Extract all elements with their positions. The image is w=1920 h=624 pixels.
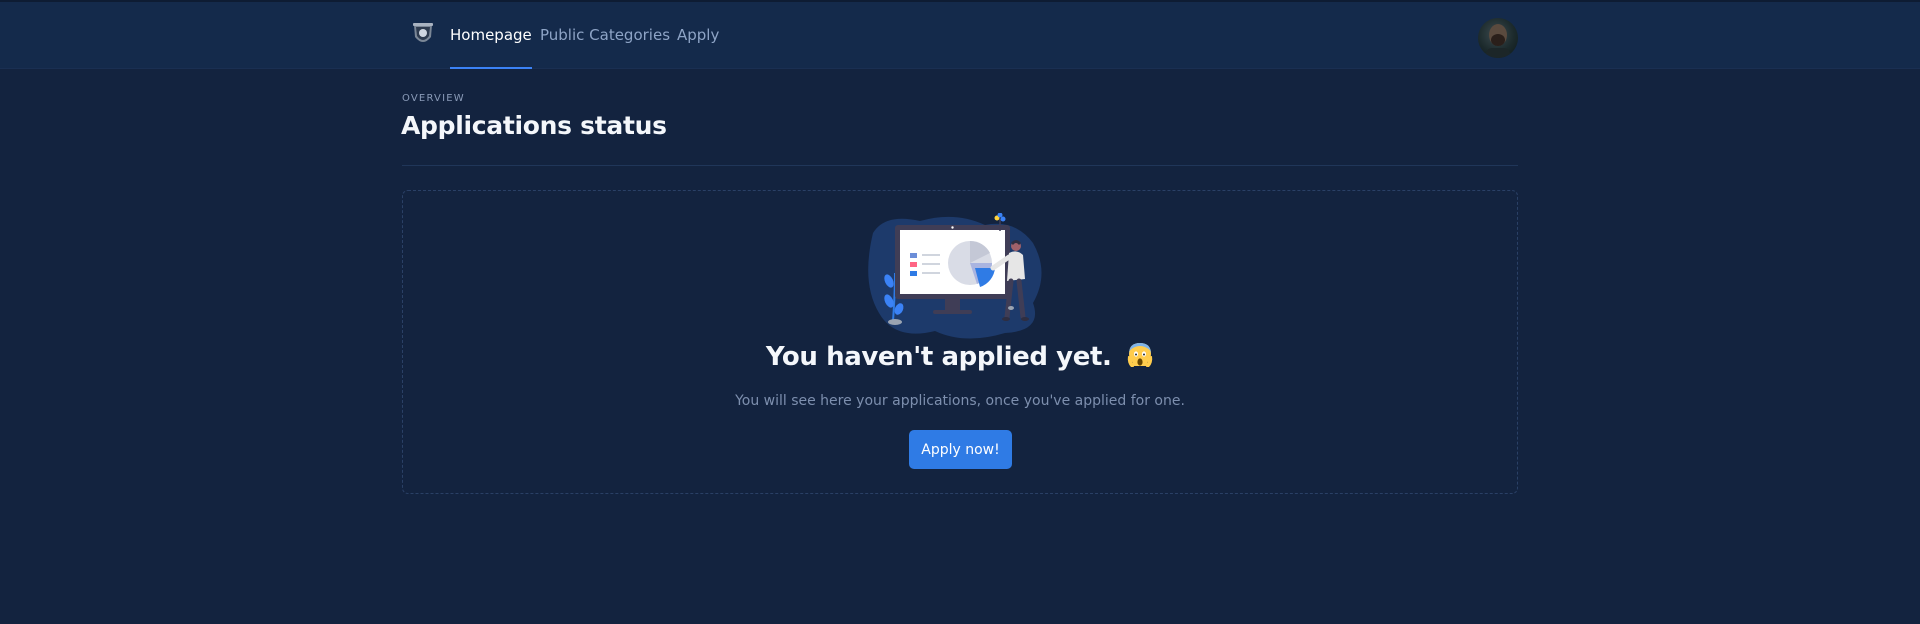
site-logo-icon[interactable] bbox=[408, 20, 438, 50]
top-navigation-bar: Homepage Public Categories Apply bbox=[0, 0, 1920, 69]
nav-public-categories[interactable]: Public Categories bbox=[540, 2, 670, 69]
nav-homepage[interactable]: Homepage bbox=[450, 2, 532, 69]
avatar-photo-icon bbox=[1486, 24, 1510, 58]
nav-apply[interactable]: Apply bbox=[677, 2, 719, 69]
empty-state-card: You haven't applied yet. You will see he… bbox=[402, 190, 1518, 494]
user-avatar[interactable] bbox=[1478, 18, 1518, 58]
section-eyebrow: OVERVIEW bbox=[402, 93, 465, 104]
face-screaming-emoji-icon bbox=[1126, 341, 1154, 369]
page-title: Applications status bbox=[401, 111, 667, 140]
empty-state-title: You haven't applied yet. bbox=[403, 341, 1517, 372]
header-divider bbox=[402, 165, 1518, 166]
dashboard-illustration-icon bbox=[865, 212, 1055, 343]
empty-state-title-text: You haven't applied yet. bbox=[765, 342, 1112, 372]
apply-now-button[interactable]: Apply now! bbox=[909, 430, 1012, 469]
topbar-container: Homepage Public Categories Apply bbox=[402, 2, 1518, 69]
empty-state-description: You will see here your applications, onc… bbox=[735, 393, 1185, 409]
